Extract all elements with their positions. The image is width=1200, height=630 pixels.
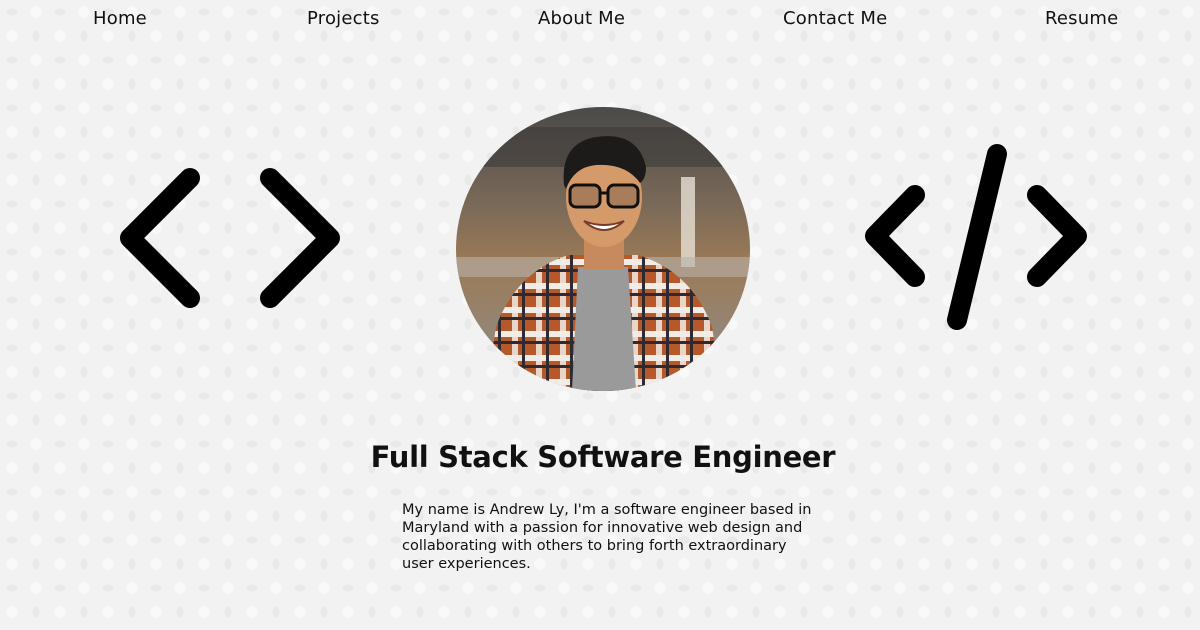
nav-link-about-me[interactable]: About Me	[538, 8, 625, 29]
nav-link-resume[interactable]: Resume	[1045, 8, 1118, 29]
page-title: Full Stack Software Engineer	[370, 440, 836, 474]
nav-link-projects[interactable]: Projects	[307, 8, 380, 29]
nav-link-contact-me[interactable]: Contact Me	[783, 8, 887, 29]
code-slash-icon	[865, 144, 1087, 330]
avatar	[456, 107, 750, 391]
nav-link-home[interactable]: Home	[93, 8, 147, 29]
profile-photo	[456, 107, 750, 391]
top-nav: Home Projects About Me Contact Me Resume	[0, 8, 1200, 36]
angle-brackets-icon	[120, 168, 340, 308]
bio-paragraph: My name is Andrew Ly, I'm a software eng…	[402, 502, 812, 572]
